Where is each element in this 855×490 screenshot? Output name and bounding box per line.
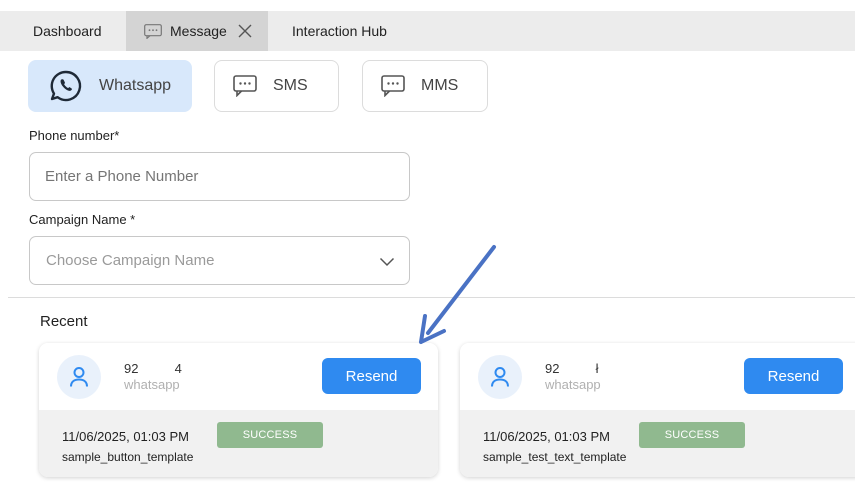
whatsapp-icon — [50, 70, 82, 102]
campaign-placeholder: Choose Campaign Name — [46, 252, 215, 269]
template-name: sample_test_text_template — [483, 450, 627, 464]
campaign-name-label: Campaign Name * — [29, 212, 136, 227]
tab-bar: Dashboard Message Interaction Hub — [0, 11, 855, 51]
tab-interaction-hub[interactable]: Interaction Hub — [292, 11, 387, 51]
channel-label: SMS — [273, 77, 308, 94]
channel-mms-button[interactable]: MMS — [362, 60, 488, 112]
tab-label: Message — [170, 23, 227, 39]
resend-button[interactable]: Resend — [322, 358, 421, 394]
recent-card-header: 92 ł whatsapp Resend — [460, 343, 855, 410]
recipient-phone: 92 ł — [545, 361, 599, 376]
divider — [8, 297, 855, 298]
channel-label: MMS — [421, 77, 459, 94]
recipient-phone: 92 4 — [124, 361, 182, 376]
avatar — [57, 355, 101, 399]
chat-icon — [144, 23, 162, 39]
recent-title: Recent — [40, 313, 88, 330]
channel-sms-button[interactable]: SMS — [214, 60, 339, 112]
tab-label: Interaction Hub — [292, 23, 387, 39]
recipient-channel: whatsapp — [545, 377, 601, 392]
status-badge: SUCCESS — [217, 422, 323, 448]
campaign-name-select[interactable]: Choose Campaign Name — [29, 236, 410, 285]
user-icon — [70, 367, 88, 387]
sent-datetime: 11/06/2025, 01:03 PM — [483, 429, 610, 444]
recipient-channel: whatsapp — [124, 377, 180, 392]
channel-whatsapp-button[interactable]: Whatsapp — [28, 60, 192, 112]
user-icon — [491, 367, 509, 387]
tab-message[interactable]: Message — [126, 11, 268, 51]
chevron-down-icon — [379, 257, 395, 267]
phone-number-label: Phone number* — [29, 128, 120, 143]
recent-card-footer: 11/06/2025, 01:03 PM SUCCESS sample_test… — [460, 410, 855, 477]
recent-card: 92 4 whatsapp Resend 11/06/2025, 01:03 P… — [39, 343, 438, 477]
chat-icon — [381, 75, 405, 97]
channel-label: Whatsapp — [99, 77, 172, 94]
recent-card: 92 ł whatsapp Resend 11/06/2025, 01:03 P… — [460, 343, 855, 477]
avatar — [478, 355, 522, 399]
chat-icon — [233, 75, 257, 97]
tab-label: Dashboard — [33, 23, 102, 39]
close-icon[interactable] — [236, 22, 254, 40]
sent-datetime: 11/06/2025, 01:03 PM — [62, 429, 189, 444]
resend-button[interactable]: Resend — [744, 358, 843, 394]
template-name: sample_button_template — [62, 450, 194, 464]
phone-number-input[interactable] — [29, 152, 410, 201]
status-badge: SUCCESS — [639, 422, 745, 448]
recent-card-header: 92 4 whatsapp Resend — [39, 343, 438, 410]
tab-dashboard[interactable]: Dashboard — [33, 11, 102, 51]
recent-card-footer: 11/06/2025, 01:03 PM SUCCESS sample_butt… — [39, 410, 438, 477]
